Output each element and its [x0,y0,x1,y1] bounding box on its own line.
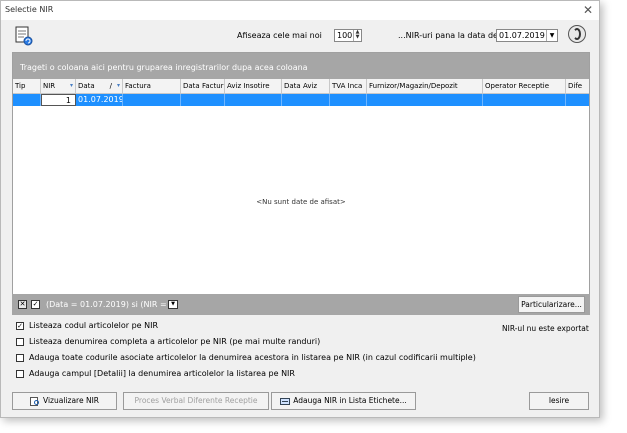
filter-icon[interactable]: ▾ [117,79,120,93]
option-label: Listeaza denumirea completa a articolelo… [29,337,321,346]
empty-grid-message: <Nu sunt date de afisat> [256,198,346,206]
filter-icon[interactable]: ▾ [70,79,73,93]
cell-aviz[interactable] [225,94,282,106]
vizualizare-nir-button[interactable]: Vizualizare NIR [12,392,117,410]
export-status: NIR-ul nu este exportat [502,324,589,333]
column-header-aviz-insotire[interactable]: Aviz Insotire [225,79,282,93]
cell-diferente[interactable] [566,94,589,106]
filter-dropdown-icon[interactable]: ▼ [168,300,178,309]
option-all-codes[interactable]: Adauga toate codurile asociate articolel… [16,353,476,362]
column-header-data-aviz[interactable]: Data Aviz [282,79,330,93]
column-header-diferente[interactable]: Dife [566,79,589,93]
cell-operator[interactable] [483,94,566,106]
column-header-tip[interactable]: Tip [13,79,41,93]
option-details[interactable]: Adauga campul [Detalii] la denumirea art… [16,369,295,378]
column-header-data-factura[interactable]: Data Factur [181,79,225,93]
particularizare-button[interactable]: Particularizare... [518,296,585,313]
nir-grid: Trageti o coloana aici pentru gruparea i… [12,52,590,314]
group-by-hint: Trageti o coloana aici pentru gruparea i… [20,63,308,72]
show-last-stepper[interactable]: 100 ▲ ▼ [334,29,362,42]
option-checkbox[interactable] [16,337,24,346]
filter-enabled-checkbox[interactable]: ✓ [31,300,40,309]
chevron-down-icon[interactable]: ▼ [546,30,557,41]
document-refresh-icon[interactable] [15,26,33,46]
option-label: Adauga campul [Detalii] la denumirea art… [29,369,295,378]
cell-furnizor[interactable] [367,94,483,106]
window-title: Selectie NIR [5,5,54,14]
column-header-factura[interactable]: Factura [123,79,181,93]
button-label: Vizualizare NIR [43,396,99,405]
label-list-icon [280,397,291,405]
proces-verbal-button[interactable]: Proces Verbal Diferente Receptie [123,392,269,410]
title-bar: Selectie NIR ✕ [1,1,599,20]
show-last-label: Afiseaza cele mai noi [237,31,322,40]
button-label: Adauga NIR in Lista Etichete... [293,396,407,405]
column-label: Data [78,82,95,90]
date-value: 01.07.2019 [499,31,545,40]
selectie-nir-window: Selectie NIR ✕ Afiseaza cele mai noi 100… [0,0,600,418]
close-icon[interactable]: ✕ [583,3,593,17]
show-last-value: 100 [337,31,353,40]
option-label: Listeaza codul articolelor pe NIR [29,321,159,330]
cell-nir[interactable]: 1 [41,94,76,106]
filter-bar: ✕ ✓ (Data = 01.07.2019) si (NIR = 1) ▼ P… [12,294,590,315]
nir-until-label: ...NIR-uri pana la data de [398,31,498,40]
cell-factura[interactable] [123,94,181,106]
filter-text: (Data = 01.07.2019) si (NIR = 1) [46,300,178,309]
option-label: Adauga toate codurile asociate articolel… [29,353,476,362]
sort-indicator: / [109,82,112,90]
cell-data[interactable]: 01.07.2019 [76,94,123,106]
cell-tip[interactable] [13,94,41,106]
cell-data-factura[interactable] [181,94,225,106]
column-header-data[interactable]: Data / ▾ [76,79,123,93]
grid-header: Tip NIR ▾ Data / ▾ Factura Data Factur Aviz… [13,79,589,94]
cell-tva[interactable] [330,94,367,106]
option-checkbox[interactable]: ✓ [16,321,24,330]
option-list-code[interactable]: ✓ Listeaza codul articolelor pe NIR [16,321,158,330]
table-row[interactable]: 1 01.07.2019 [13,94,589,106]
clear-filter-icon[interactable]: ✕ [18,300,27,309]
option-checkbox[interactable] [16,369,24,378]
iesire-button[interactable]: Iesire [529,392,589,410]
column-header-furnizor[interactable]: Furnizor/Magazin/Depozit [367,79,483,93]
column-header-nir[interactable]: NIR ▾ [41,79,76,93]
adauga-lista-etichete-button[interactable]: Adauga NIR in Lista Etichete... [271,392,416,410]
date-picker[interactable]: 01.07.2019 ▼ [496,29,558,42]
group-by-panel[interactable]: Trageti o coloana aici pentru gruparea i… [13,53,589,79]
refresh-globe-icon[interactable] [568,25,586,43]
option-checkbox[interactable] [16,353,24,362]
column-header-tva-incasare[interactable]: TVA Inca [330,79,367,93]
print-preview-icon [30,396,39,406]
cell-data-aviz[interactable] [282,94,330,106]
stepper-arrows-icon[interactable]: ▲ ▼ [353,30,361,41]
option-full-name[interactable]: Listeaza denumirea completa a articolelo… [16,337,320,346]
column-header-operator[interactable]: Operator Receptie [483,79,566,93]
column-label: NIR [43,82,56,90]
